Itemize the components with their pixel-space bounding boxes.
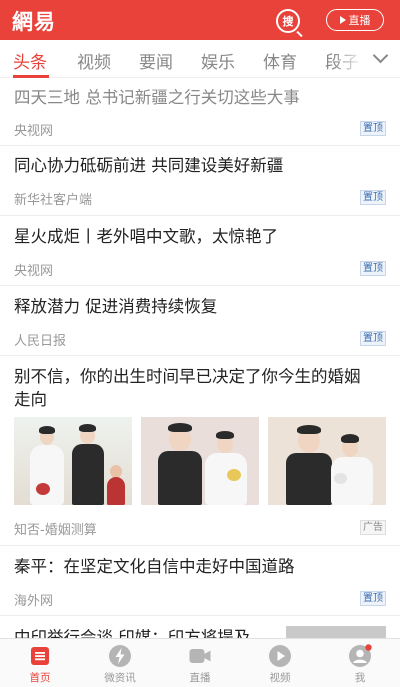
chevron-down-icon (372, 47, 388, 64)
nav-home[interactable]: 首页 (0, 639, 80, 687)
news-source: 人民日报 (14, 334, 67, 349)
news-thumbnail (286, 626, 386, 638)
tab-video[interactable]: 视频 (77, 48, 111, 73)
lightning-icon (109, 645, 131, 667)
news-item[interactable]: 星火成炬丨老外唱中文歌，太惊艳了 央视网 置顶 (0, 216, 400, 286)
nav-micro-news-label: 微资讯 (104, 672, 136, 684)
ad-image-couple-illustration (268, 417, 386, 505)
ad-advertiser: 知否-婚姻测算 (14, 523, 97, 538)
play-icon (269, 645, 291, 667)
tab-sports[interactable]: 体育 (263, 48, 297, 73)
app-header: 網易 搜 直播 (0, 0, 400, 40)
video-camera-icon (189, 649, 211, 663)
tab-headlines[interactable]: 头条 (13, 48, 47, 73)
news-title: 释放潜力 促进消费持续恢复 (14, 297, 218, 316)
news-source: 海外网 (14, 594, 54, 609)
nav-micro-news[interactable]: 微资讯 (80, 639, 160, 687)
news-item[interactable]: 中印举行会谈 印媒：印方将提及 (0, 616, 400, 638)
ad-image-wedding-couple (14, 417, 132, 505)
news-source: 央视网 (14, 124, 54, 139)
news-source: 央视网 (14, 264, 54, 279)
nav-home-label: 首页 (29, 672, 51, 684)
nav-live-label: 直播 (189, 672, 211, 684)
nav-live[interactable]: 直播 (160, 639, 240, 687)
news-item[interactable]: 秦平：在坚定文化自信中走好中国道路 海外网 置顶 (0, 546, 400, 616)
nav-video-label: 视频 (269, 672, 291, 684)
app-logo[interactable]: 網易 (12, 6, 56, 36)
pinned-badge: 置顶 (360, 331, 386, 346)
pinned-badge: 置顶 (360, 591, 386, 606)
news-feed: 四天三地 总书记新疆之行关切这些大事 央视网 置顶 同心协力砥砺前进 共同建设美… (0, 78, 400, 638)
news-title: 四天三地 总书记新疆之行关切这些大事 (14, 88, 300, 107)
nav-me-label: 我 (354, 672, 366, 684)
ad-title-line1: 别不信，你的出生时间早已决定了你今生的婚姻 (14, 367, 361, 386)
channel-tabs: 头条 视频 要闻 娱乐 体育 段子 (0, 40, 400, 78)
news-title: 秦平：在坚定文化自信中走好中国道路 (14, 557, 295, 576)
pinned-badge: 置顶 (360, 190, 386, 205)
tab-news[interactable]: 要闻 (139, 48, 173, 73)
live-play-icon (339, 16, 346, 24)
news-title: 中印举行会谈 印媒：印方将提及 (14, 628, 251, 638)
pinned-badge: 置顶 (360, 261, 386, 276)
ad-title-line2: 走向 (14, 390, 47, 409)
tab-entertainment[interactable]: 娱乐 (201, 48, 235, 73)
ad-badge: 广告 (360, 520, 386, 535)
ad-item[interactable]: 别不信，你的出生时间早已决定了你今生的婚姻 走向 知否-婚姻测算 广告 (0, 356, 400, 546)
news-title: 星火成炬丨老外唱中文歌，太惊艳了 (14, 227, 278, 246)
news-title: 同心协力砥砺前进 共同建设美好新疆 (14, 156, 284, 175)
home-icon (31, 647, 49, 665)
live-button[interactable]: 直播 (326, 9, 384, 31)
bottom-nav: 首页 微资讯 直播 视频 我 (0, 638, 400, 687)
live-button-label: 直播 (348, 14, 371, 27)
search-icon[interactable]: 搜 (276, 9, 300, 33)
nav-video[interactable]: 视频 (240, 639, 320, 687)
news-item[interactable]: 四天三地 总书记新疆之行关切这些大事 央视网 置顶 (0, 78, 400, 146)
more-channels-button[interactable] (360, 40, 400, 77)
news-source: 新华社客户端 (14, 193, 93, 208)
news-item[interactable]: 同心协力砥砺前进 共同建设美好新疆 新华社客户端 置顶 (0, 146, 400, 216)
nav-me[interactable]: 我 (320, 639, 400, 687)
news-item[interactable]: 释放潜力 促进消费持续恢复 人民日报 置顶 (0, 286, 400, 356)
pinned-badge: 置顶 (360, 121, 386, 136)
user-icon (349, 644, 372, 667)
ad-image-couple-illustration (141, 417, 259, 505)
